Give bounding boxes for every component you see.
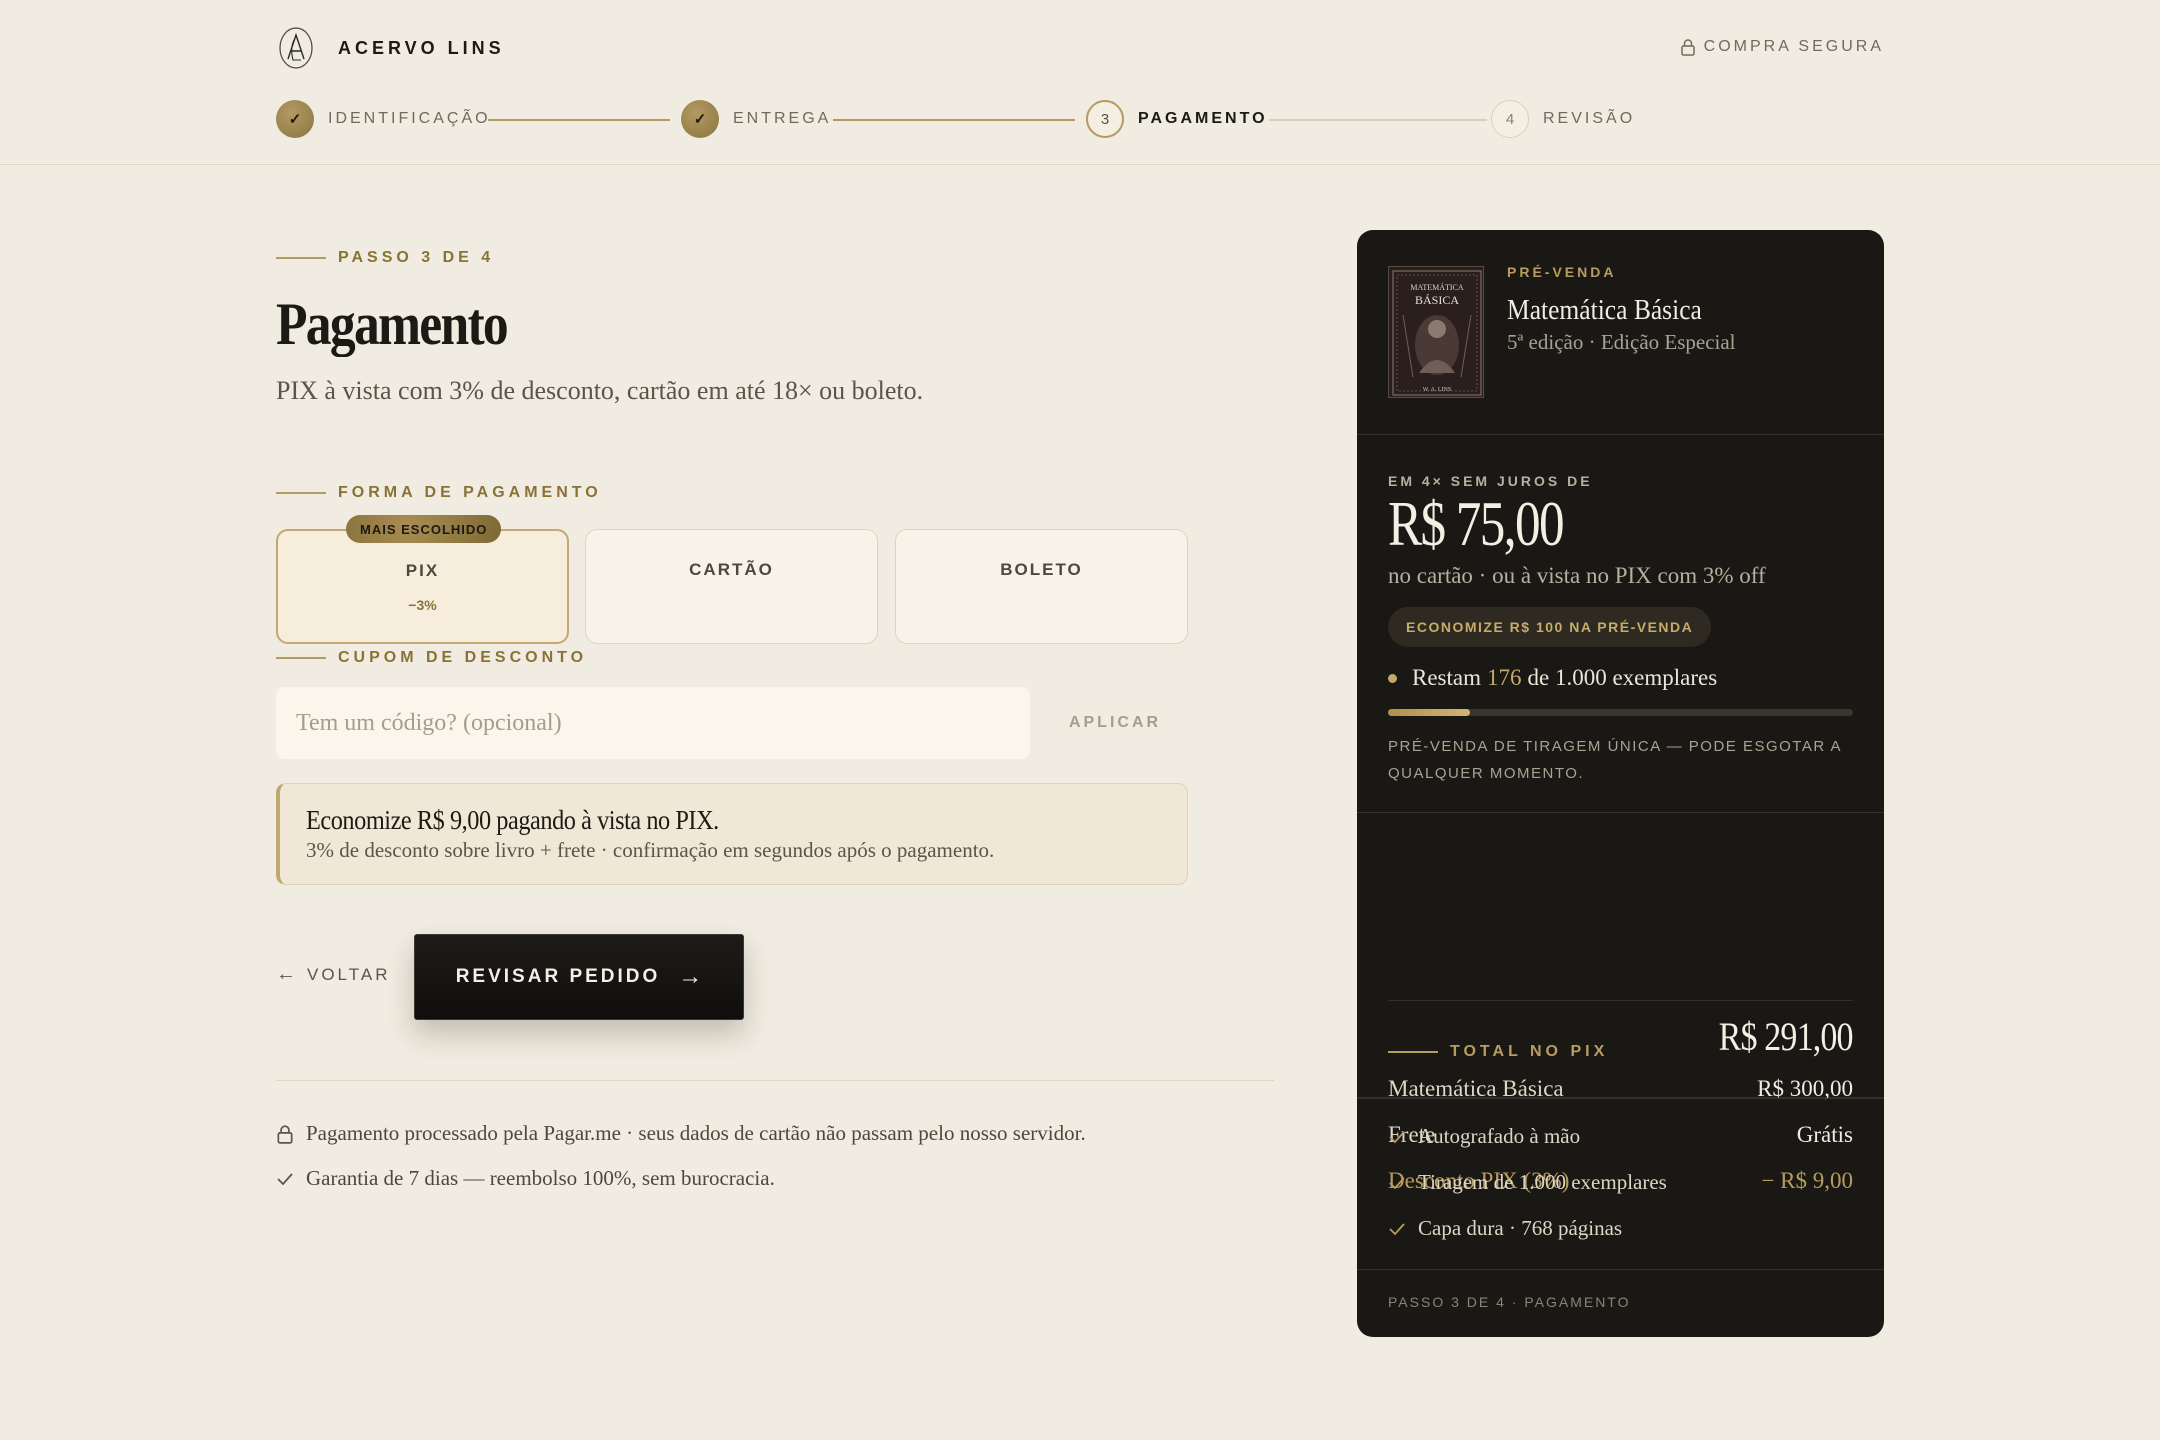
arrow-left-icon: ← bbox=[276, 963, 299, 985]
stock-count: 176 bbox=[1487, 665, 1522, 690]
step-number: 3 bbox=[1086, 100, 1124, 138]
features-section: Autografado à mão Tiragem de 1.000 exemp… bbox=[1357, 1098, 1884, 1270]
total-value: R$ 291,00 bbox=[1718, 1014, 1854, 1059]
review-order-button[interactable]: REVISAR PEDIDO → bbox=[414, 934, 744, 1020]
page-title: Pagamento bbox=[276, 291, 509, 357]
step-done-check-icon: ✓ bbox=[681, 100, 719, 138]
presale-tag: PRÉ-VENDA bbox=[1507, 264, 1617, 280]
brand-name: ACERVO LINS bbox=[338, 37, 505, 58]
step-entrega[interactable]: ✓ ENTREGA bbox=[681, 100, 831, 138]
step-label: ENTREGA bbox=[733, 110, 832, 127]
payment-option-label: BOLETO bbox=[1000, 560, 1083, 579]
step-connector bbox=[833, 119, 1075, 121]
cover-line1: MATEMÁTICA bbox=[1410, 282, 1464, 292]
pix-note-title: Economize R$ 9,00 pagando à vista no PIX… bbox=[306, 805, 719, 835]
guarantee-note: Garantia de 7 dias — reembolso 100%, sem… bbox=[276, 1166, 775, 1191]
step-connector bbox=[1269, 119, 1487, 121]
installment-price: R$ 75,00 bbox=[1388, 488, 1565, 559]
step-eyebrow: PASSO 3 DE 4 bbox=[276, 249, 494, 267]
feature-item: Autografado à mão bbox=[1388, 1124, 1580, 1149]
payment-option-discount: −3% bbox=[408, 597, 437, 613]
coupon-section-label: CUPOM DE DESCONTO bbox=[276, 649, 587, 667]
step-label: IDENTIFICAÇÃO bbox=[328, 110, 491, 127]
back-label: VOLTAR bbox=[307, 964, 391, 984]
secure-purchase: COMPRA SEGURA bbox=[1680, 38, 1884, 56]
step-number: 4 bbox=[1491, 100, 1529, 138]
stock-progress-fill bbox=[1388, 709, 1470, 716]
secure-label: COMPRA SEGURA bbox=[1703, 38, 1884, 55]
card-footer-step: PASSO 3 DE 4 · PAGAMENTO bbox=[1388, 1294, 1631, 1310]
step-identificacao[interactable]: ✓ IDENTIFICAÇÃO bbox=[276, 100, 491, 138]
step-pagamento: 3 PAGAMENTO bbox=[1086, 100, 1268, 138]
brand[interactable]: ACERVO LINS bbox=[276, 24, 505, 72]
coupon-input[interactable] bbox=[276, 687, 1030, 759]
book-cover-image: MATEMÁTICA BÁSICA W. A. LINS bbox=[1388, 266, 1484, 398]
payment-option-label: PIX bbox=[405, 561, 440, 580]
payment-option-label: CARTÃO bbox=[689, 560, 774, 579]
page-subtitle: PIX à vista com 3% de desconto, cartão e… bbox=[276, 376, 924, 405]
pricing-section: EM 4× SEM JUROS DE R$ 75,00 no cartão · … bbox=[1357, 435, 1884, 813]
divider bbox=[276, 1080, 1274, 1081]
step-label: PAGAMENTO bbox=[1138, 110, 1268, 127]
check-icon bbox=[1389, 1130, 1405, 1143]
step-revisao: 4 REVISÃO bbox=[1491, 100, 1635, 138]
order-summary-card: MATEMÁTICA BÁSICA W. A. LINS PRÉ-VENDA M… bbox=[1357, 230, 1884, 1337]
checkout-stepper: ✓ IDENTIFICAÇÃO ✓ ENTREGA 3 PAGAMENTO 4 … bbox=[276, 100, 1632, 138]
checkout-header: ACERVO LINS COMPRA SEGURA ✓ IDENTIFICAÇÃ… bbox=[0, 0, 2160, 165]
total-label: TOTAL NO PIX bbox=[1388, 1043, 1608, 1061]
cover-line2: BÁSICA bbox=[1415, 293, 1459, 307]
lock-icon bbox=[1680, 39, 1695, 56]
payment-section-label: FORMA DE PAGAMENTO bbox=[276, 484, 602, 502]
total-divider bbox=[1388, 1000, 1853, 1001]
check-icon bbox=[277, 1172, 293, 1185]
pix-note-body: 3% de desconto sobre livro + frete · con… bbox=[306, 838, 995, 862]
product-section: MATEMÁTICA BÁSICA W. A. LINS PRÉ-VENDA M… bbox=[1357, 230, 1884, 435]
step-done-check-icon: ✓ bbox=[276, 100, 314, 138]
lock-icon bbox=[277, 1124, 293, 1144]
stock-dot-icon bbox=[1388, 673, 1397, 683]
step-label: REVISÃO bbox=[1543, 110, 1636, 127]
most-chosen-badge: MAIS ESCOLHIDO bbox=[346, 515, 502, 543]
pix-savings-note: Economize R$ 9,00 pagando à vista no PIX… bbox=[276, 783, 1188, 885]
installment-subtext: no cartão · ou à vista no PIX com 3% off bbox=[1388, 563, 1766, 588]
savings-badge: ECONOMIZE R$ 100 NA PRÉ-VENDA bbox=[1388, 607, 1712, 647]
stock-remaining: Restam 176 de 1.000 exemplares bbox=[1388, 665, 1717, 691]
stock-note: PRÉ-VENDA DE TIRAGEM ÚNICA — PODE ESGOTA… bbox=[1388, 738, 1842, 782]
payment-option-cartao[interactable]: CARTÃO bbox=[585, 529, 878, 644]
payment-options: MAIS ESCOLHIDO PIX −3% CARTÃO BOLETO bbox=[276, 515, 1188, 644]
apply-coupon-button[interactable]: APLICAR bbox=[1050, 700, 1180, 746]
check-icon bbox=[1389, 1176, 1405, 1189]
payment-option-pix[interactable]: MAIS ESCOLHIDO PIX −3% bbox=[276, 515, 569, 644]
payment-option-boleto[interactable]: BOLETO bbox=[895, 529, 1188, 644]
product-edition: 5ª edição · Edição Especial bbox=[1507, 330, 1736, 354]
arrow-right-icon: → bbox=[678, 963, 703, 990]
feature-item: Tiragem de 1.000 exemplares bbox=[1388, 1170, 1667, 1195]
check-icon bbox=[1389, 1222, 1405, 1235]
brand-logo-icon bbox=[276, 24, 316, 72]
stock-progress-bar bbox=[1388, 709, 1853, 716]
cover-author: W. A. LINS bbox=[1423, 387, 1451, 393]
payment-processor-note: Pagamento processado pela Pagar.me · seu… bbox=[276, 1121, 1086, 1146]
product-name: Matemática Básica bbox=[1507, 294, 1702, 326]
feature-item: Capa dura · 768 páginas bbox=[1388, 1216, 1622, 1241]
review-label: REVISAR PEDIDO bbox=[455, 966, 661, 987]
back-link[interactable]: ← VOLTAR bbox=[276, 963, 391, 986]
step-connector bbox=[488, 119, 670, 121]
